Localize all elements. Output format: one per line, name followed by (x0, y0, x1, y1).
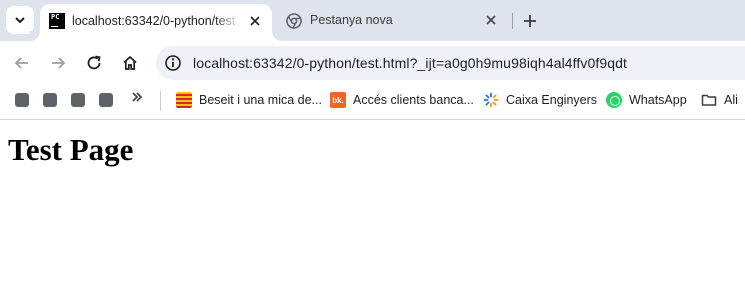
reload-button[interactable] (80, 49, 108, 77)
chrome-icon (286, 13, 302, 29)
bookmarks-bar: Beseit i una mica de... bk. Accés client… (0, 85, 745, 120)
forward-button[interactable] (44, 49, 72, 77)
caixa-enginyers-icon (483, 92, 499, 108)
double-chevron-right-icon (132, 92, 143, 102)
bk-icon: bk. (330, 92, 346, 108)
bookmark-app-icon[interactable] (43, 93, 57, 107)
bookmark-acces-clients[interactable]: bk. Accés clients banca... (330, 85, 474, 115)
bookmarks-overflow-button[interactable] (131, 90, 143, 107)
bookmark-caixa-enginyers[interactable]: Caixa Enginyers (483, 85, 597, 115)
bookmark-label: WhatsApp (629, 93, 687, 107)
bookmark-app-icon[interactable] (15, 93, 29, 107)
folder-icon (701, 94, 717, 106)
close-tab-button[interactable] (482, 11, 500, 29)
info-icon[interactable] (164, 54, 182, 72)
address-bar[interactable]: localhost:63342/0-python/test.html?_ijt=… (156, 46, 745, 80)
tab-inactive[interactable]: Pestanya nova (276, 4, 508, 36)
arrow-right-icon (52, 57, 66, 69)
arrow-left-icon (14, 57, 28, 69)
close-tab-button[interactable] (246, 12, 264, 30)
chevron-down-icon (15, 17, 25, 24)
bookmark-app-icon[interactable] (71, 93, 85, 107)
bookmark-label: Beseit i una mica de... (199, 93, 322, 107)
bookmarks-divider (160, 91, 161, 111)
bookmark-beseit[interactable]: Beseit i una mica de... (176, 85, 322, 115)
page-heading: Test Page (8, 132, 134, 167)
plus-icon (524, 15, 536, 27)
close-icon (250, 16, 260, 26)
close-icon (486, 15, 496, 25)
reload-icon (87, 55, 101, 70)
bookmark-label: Caixa Enginyers (506, 93, 598, 107)
whatsapp-icon (606, 92, 622, 108)
tab-title: localhost:63342/0-python/test.html (72, 14, 240, 28)
pycharm-icon: PC (47, 11, 67, 31)
url-text[interactable]: localhost:63342/0-python/test.html?_ijt=… (193, 55, 627, 71)
bookmark-app-icon[interactable] (99, 93, 113, 107)
bookmark-folder-ali[interactable]: Ali (701, 85, 738, 115)
tab-separator (512, 13, 513, 29)
tab-title: Pestanya nova (310, 13, 393, 27)
tab-strip: PC localhost:63342/0-python/test.html Pe… (0, 0, 745, 41)
page-content: Test Page (0, 121, 745, 308)
bookmark-label: Accés clients banca... (353, 93, 474, 107)
home-icon (123, 55, 137, 70)
back-button[interactable] (8, 49, 36, 77)
home-button[interactable] (116, 49, 144, 77)
browser-toolbar: localhost:63342/0-python/test.html?_ijt=… (0, 41, 745, 85)
bookmark-label: Ali (724, 93, 738, 107)
bookmark-whatsapp[interactable]: WhatsApp (606, 85, 687, 115)
tab-active[interactable]: PC localhost:63342/0-python/test.html (30, 4, 282, 41)
new-tab-button[interactable] (518, 9, 542, 33)
tab-search-button[interactable] (6, 6, 34, 34)
catalan-flag-icon (176, 92, 192, 108)
